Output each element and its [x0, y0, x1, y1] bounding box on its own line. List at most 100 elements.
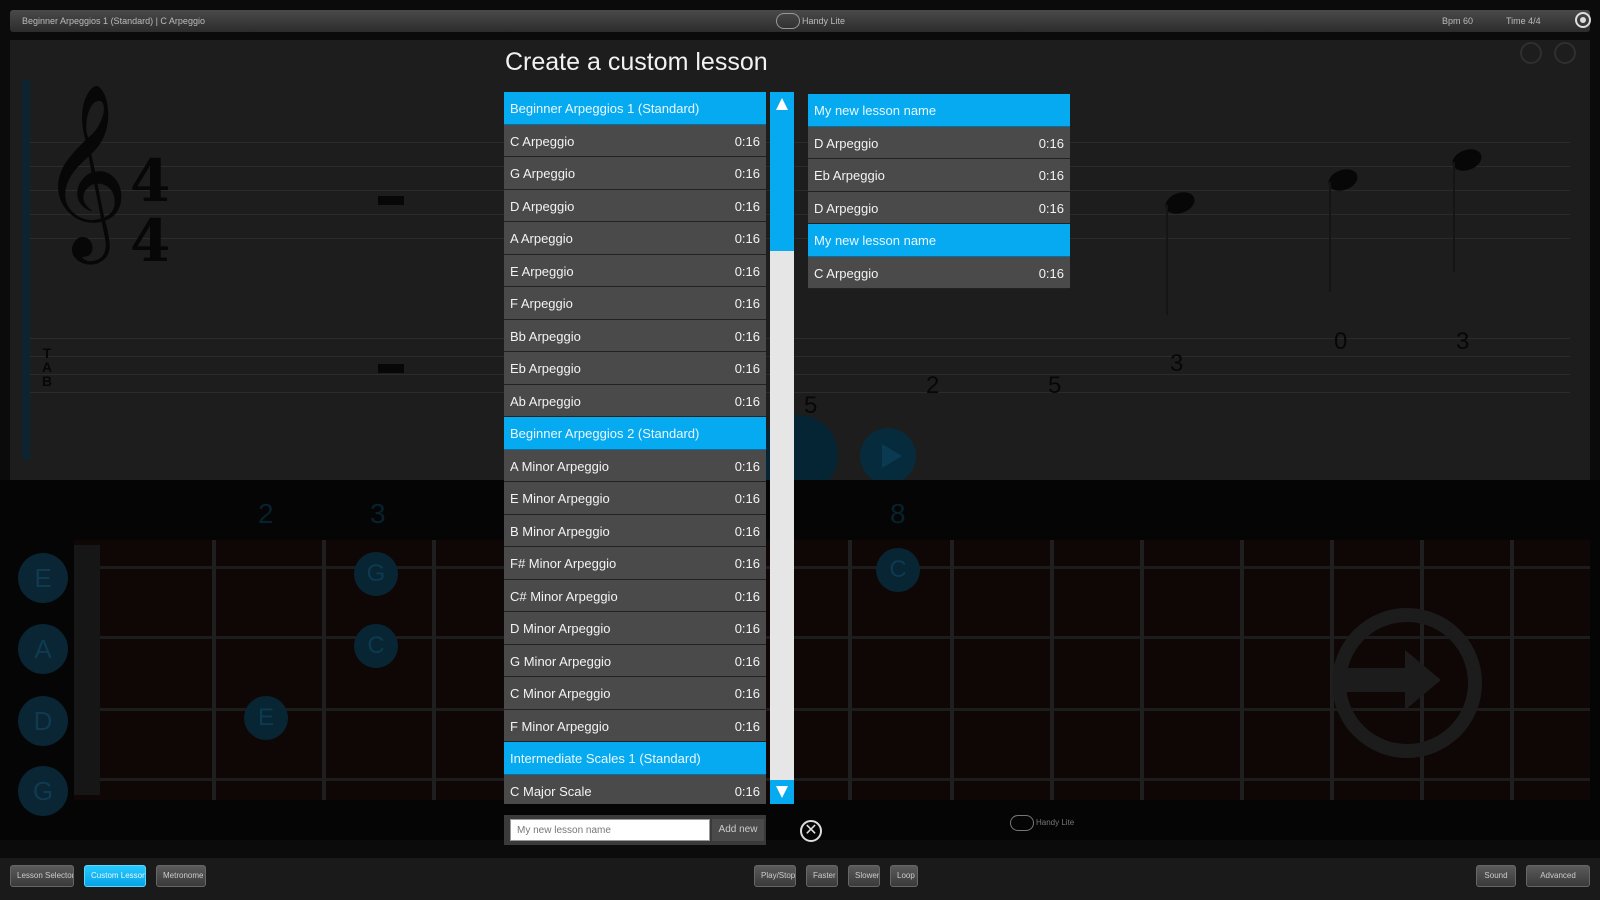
fret-note-dot: C — [876, 548, 920, 592]
lesson-duration: 0:16 — [734, 653, 760, 669]
lesson-name: C Minor Arpeggio — [510, 686, 611, 701]
lesson-duration: 0:16 — [1038, 200, 1064, 216]
time-signature-top: 4 — [130, 147, 171, 215]
toggle-switch[interactable] — [776, 13, 800, 29]
lesson-name: C Arpeggio — [814, 265, 879, 281]
lesson-source-list[interactable]: Beginner Arpeggios 1 (Standard) C Arpeggi… — [504, 92, 766, 804]
lesson-name: Beginner Arpeggios 2 (Standard) — [510, 426, 700, 441]
zoom-out-icon[interactable] — [1520, 42, 1542, 64]
lesson-group-header[interactable]: My new lesson name — [808, 224, 1070, 257]
lesson-list-item[interactable]: E Arpeggio 0:16 — [504, 254, 766, 287]
scrollbar-thumb[interactable] — [770, 116, 794, 251]
custom-lesson-list[interactable]: My new lesson name D Arpeggio 0:16 Eb Arpeg… — [808, 94, 1070, 289]
lesson-duration: 0:16 — [734, 263, 760, 279]
lesson-group-header[interactable]: Beginner Arpeggios 2 (Standard) — [504, 417, 766, 450]
lesson-name-input[interactable] — [510, 819, 710, 841]
lesson-list-item[interactable]: G Arpeggio 0:16 — [504, 157, 766, 190]
lesson-list-item[interactable]: C Arpeggio 0:16 — [808, 256, 1070, 289]
lesson-name: Eb Arpeggio — [814, 168, 885, 183]
lesson-name: Eb Arpeggio — [510, 361, 581, 376]
lesson-list-item[interactable]: D Arpeggio 0:16 — [504, 189, 766, 222]
lesson-list-item[interactable]: D Arpeggio 0:16 — [808, 191, 1070, 224]
lesson-list-item[interactable]: Bb Arpeggio 0:16 — [504, 319, 766, 352]
zoom-in-icon[interactable] — [1554, 42, 1576, 64]
lesson-list-item[interactable]: Ab Arpeggio 0:16 — [504, 384, 766, 417]
lesson-name: F Minor Arpeggio — [510, 718, 609, 734]
arrow-right-icon — [1405, 650, 1441, 710]
lesson-selector-button[interactable]: Lesson Selector — [10, 865, 74, 887]
staff-line — [30, 142, 1570, 143]
scroll-down-icon[interactable] — [770, 780, 794, 804]
staff-line — [30, 214, 1570, 215]
lesson-duration: 0:16 — [734, 718, 760, 734]
lesson-duration: 0:16 — [734, 198, 760, 214]
lesson-list-item[interactable]: E Minor Arpeggio 0:16 — [504, 482, 766, 515]
lesson-list-item[interactable]: D Arpeggio 0:16 — [808, 126, 1070, 159]
tab-number: 3 — [1456, 328, 1470, 355]
lesson-group-header[interactable]: My new lesson name — [808, 94, 1070, 127]
time-signature-readout[interactable]: Time 4/4 — [1506, 16, 1541, 26]
lesson-name: A Arpeggio — [510, 231, 573, 246]
bpm-readout[interactable]: Bpm 60 — [1442, 16, 1473, 26]
close-modal-icon[interactable]: ✕ — [800, 820, 822, 842]
lesson-name: G Minor Arpeggio — [510, 653, 612, 669]
lesson-list-item[interactable]: F Minor Arpeggio 0:16 — [504, 709, 766, 742]
lesson-list-item[interactable]: Eb Arpeggio 0:16 — [504, 352, 766, 385]
note-stem — [1166, 205, 1168, 315]
play-stop-button[interactable]: Play/Stop — [754, 865, 796, 887]
lesson-duration: 0:16 — [734, 588, 760, 604]
lesson-name: D Arpeggio — [814, 135, 879, 151]
lesson-group-header[interactable]: Intermediate Scales 1 (Standard) — [504, 742, 766, 775]
scroll-up-icon[interactable] — [770, 92, 794, 116]
lesson-list-item[interactable]: C Arpeggio 0:16 — [504, 124, 766, 157]
lesson-list-item[interactable]: Eb Arpeggio 0:16 — [808, 159, 1070, 192]
fretboard-nut — [74, 545, 100, 795]
play-icon[interactable] — [860, 428, 916, 484]
lesson-name: D Arpeggio — [510, 198, 575, 214]
add-new-button[interactable]: Add new — [712, 819, 764, 841]
lesson-list-item[interactable]: A Arpeggio 0:16 — [504, 222, 766, 255]
fret-wire — [1240, 540, 1244, 800]
lesson-duration: 0:16 — [734, 491, 760, 506]
toggle-label: Handy Lite — [1036, 818, 1075, 827]
lesson-name: F Arpeggio — [510, 296, 573, 311]
lesson-list-item[interactable]: B Minor Arpeggio 0:16 — [504, 514, 766, 547]
lesson-list-item[interactable]: C# Minor Arpeggio 0:16 — [504, 579, 766, 612]
lesson-duration: 0:16 — [1038, 168, 1064, 183]
fret-wire — [1510, 540, 1514, 800]
lesson-list-item[interactable]: G Minor Arpeggio 0:16 — [504, 644, 766, 677]
note-stem — [1453, 162, 1455, 272]
lesson-name: Intermediate Scales 1 (Standard) — [510, 751, 701, 766]
lesson-list-item[interactable]: C Minor Arpeggio 0:16 — [504, 677, 766, 710]
fret-wire — [950, 540, 954, 800]
fret-note-dot: G — [354, 552, 398, 596]
advanced-button[interactable]: Advanced — [1526, 865, 1590, 887]
close-app-icon[interactable] — [1575, 12, 1591, 28]
treble-clef-icon: 𝄞 — [40, 83, 129, 257]
loop-button[interactable]: Loop — [890, 865, 918, 887]
fret-wire — [322, 540, 326, 800]
toggle-switch[interactable] — [1010, 815, 1034, 831]
lesson-list-item[interactable]: F# Minor Arpeggio 0:16 — [504, 547, 766, 580]
lesson-list-item[interactable]: A Minor Arpeggio 0:16 — [504, 449, 766, 482]
lesson-duration: 0:16 — [734, 166, 760, 181]
lesson-duration: 0:16 — [734, 686, 760, 701]
lesson-duration: 0:16 — [734, 458, 760, 474]
notation-scrollbar[interactable] — [22, 80, 30, 460]
faster-button[interactable]: Faster — [806, 865, 838, 887]
lesson-duration: 0:16 — [734, 556, 760, 571]
lesson-list-item[interactable]: C Major Scale 0:16 — [504, 774, 766, 804]
fret-wire — [212, 540, 216, 800]
note-stem — [1329, 182, 1331, 292]
lesson-duration: 0:16 — [734, 783, 760, 799]
lesson-group-header[interactable]: Beginner Arpeggios 1 (Standard) — [504, 92, 766, 125]
sound-button[interactable]: Sound — [1476, 865, 1516, 887]
string-label-d: D — [18, 696, 68, 746]
lesson-name: E Minor Arpeggio — [510, 491, 610, 506]
lesson-list-item[interactable]: F Arpeggio 0:16 — [504, 287, 766, 320]
fret-number: 2 — [258, 498, 274, 529]
metronome-button[interactable]: Metronome — [156, 865, 206, 887]
slower-button[interactable]: Slower — [848, 865, 880, 887]
custom-lesson-button[interactable]: Custom Lesson — [84, 865, 146, 887]
lesson-list-item[interactable]: D Minor Arpeggio 0:16 — [504, 612, 766, 645]
